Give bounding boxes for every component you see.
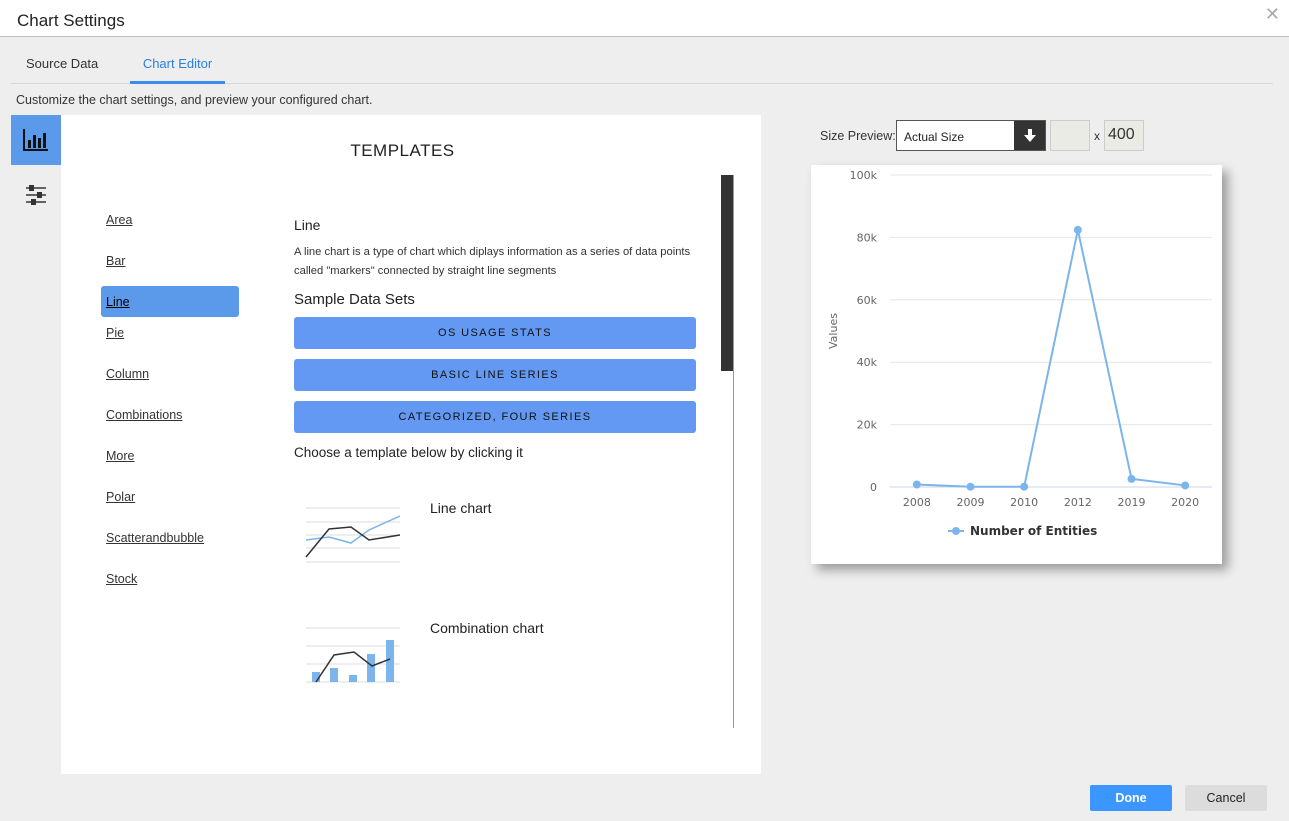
- template-name: Line: [294, 217, 321, 233]
- x-tick-label: 2019: [1118, 496, 1146, 509]
- y-tick-label: 40k: [857, 356, 878, 369]
- done-button[interactable]: Done: [1090, 785, 1172, 811]
- legend-label: Number of Entities: [970, 524, 1097, 538]
- size-preview-label: Size Preview:: [820, 129, 896, 143]
- templates-heading: TEMPLATES: [350, 141, 455, 160]
- combination-chart-thumbnail: [306, 627, 400, 683]
- sliders-icon: [26, 185, 46, 205]
- legend-marker: [952, 527, 960, 535]
- scrollbar-thumb[interactable]: [721, 175, 733, 371]
- category-scatterandbubble[interactable]: Scatterandbubble: [101, 531, 239, 562]
- category-bar[interactable]: Bar: [101, 254, 239, 285]
- choose-template-text: Choose a template below by clicking it: [294, 445, 523, 460]
- dialog-titlebar: Chart Settings ✕: [0, 0, 1289, 37]
- preview-width-input[interactable]: [1050, 120, 1090, 151]
- data-point: [1181, 481, 1190, 490]
- x-tick-label: 2010: [1010, 496, 1038, 509]
- arrow-down-icon[interactable]: [1014, 121, 1045, 150]
- category-stock[interactable]: Stock: [101, 572, 239, 603]
- y-tick-label: 20k: [857, 419, 878, 432]
- template-detail: Line A line chart is a type of chart whi…: [294, 217, 696, 460]
- category-line[interactable]: Line: [101, 286, 239, 317]
- y-axis-title: Values: [827, 313, 840, 349]
- data-point: [1020, 482, 1029, 491]
- category-area[interactable]: Area: [101, 213, 239, 244]
- x-tick-label: 2012: [1064, 496, 1092, 509]
- category-pie[interactable]: Pie: [101, 326, 239, 357]
- chart-preview: 0 20k 40k 60k 80k 100k 2008 2009 2010 2012 2019 202…: [811, 165, 1222, 564]
- x-tick-label: 2020: [1171, 496, 1199, 509]
- settings-side-button[interactable]: [11, 170, 61, 220]
- chart-svg: 0 20k 40k 60k 80k 100k 2008 2009 2010 2012 2019 202…: [827, 169, 1212, 538]
- subtitle: Customize the chart settings, and previe…: [16, 93, 373, 107]
- series-line: [916, 229, 1186, 488]
- x-tick-label: 2008: [903, 496, 931, 509]
- category-polar[interactable]: Polar: [101, 490, 239, 521]
- x-tick-label: 2009: [957, 496, 985, 509]
- tab-bar: Source Data Chart Editor: [11, 50, 1273, 84]
- sample-categorized-four-series-button[interactable]: CATEGORIZED, FOUR SERIES: [294, 401, 696, 433]
- size-preview-value: Actual Size: [904, 130, 965, 144]
- y-tick-label: 80k: [857, 231, 878, 244]
- y-tick-label: 60k: [857, 294, 878, 307]
- sample-basic-line-series-button[interactable]: BASIC LINE SERIES: [294, 359, 696, 391]
- category-more[interactable]: More: [101, 449, 239, 480]
- sample-os-usage-stats-button[interactable]: OS USAGE STATS: [294, 317, 696, 349]
- data-point: [1073, 225, 1082, 234]
- sample-data-sets-heading: Sample Data Sets: [294, 291, 415, 308]
- bar-chart-icon: [23, 129, 48, 151]
- tab-chart-editor[interactable]: Chart Editor: [130, 56, 225, 84]
- template-card-combination-chart[interactable]: Combination chart: [304, 620, 664, 700]
- category-combinations[interactable]: Combinations: [101, 408, 239, 439]
- template-description: A line chart is a type of chart which di…: [294, 246, 691, 277]
- tab-source-data[interactable]: Source Data: [26, 56, 98, 84]
- template-category-list: Area Bar Line Pie Column Combinations Mo…: [101, 213, 239, 613]
- dimension-separator: x: [1094, 129, 1100, 143]
- templates-panel: TEMPLATES Area Bar Line Pie Column Combi…: [61, 115, 761, 774]
- line-chart-thumbnail: [305, 507, 400, 563]
- y-tick-label: 0: [870, 481, 877, 494]
- scrollbar-track[interactable]: [733, 175, 734, 728]
- templates-side-button[interactable]: [11, 115, 61, 165]
- data-point: [1127, 474, 1136, 483]
- template-card-label: Combination chart: [430, 620, 544, 636]
- size-preview-select[interactable]: Actual Size: [896, 120, 1046, 151]
- y-tick-label: 100k: [850, 169, 878, 182]
- cancel-button[interactable]: Cancel: [1185, 785, 1267, 811]
- category-column[interactable]: Column: [101, 367, 239, 398]
- template-card-label: Line chart: [430, 500, 492, 516]
- dialog-title: Chart Settings: [17, 11, 125, 30]
- data-point: [912, 480, 921, 489]
- data-point: [966, 482, 975, 491]
- template-card-line-chart[interactable]: Line chart: [304, 500, 664, 580]
- preview-height-input[interactable]: 400: [1104, 120, 1144, 151]
- close-icon[interactable]: ✕: [1265, 4, 1280, 25]
